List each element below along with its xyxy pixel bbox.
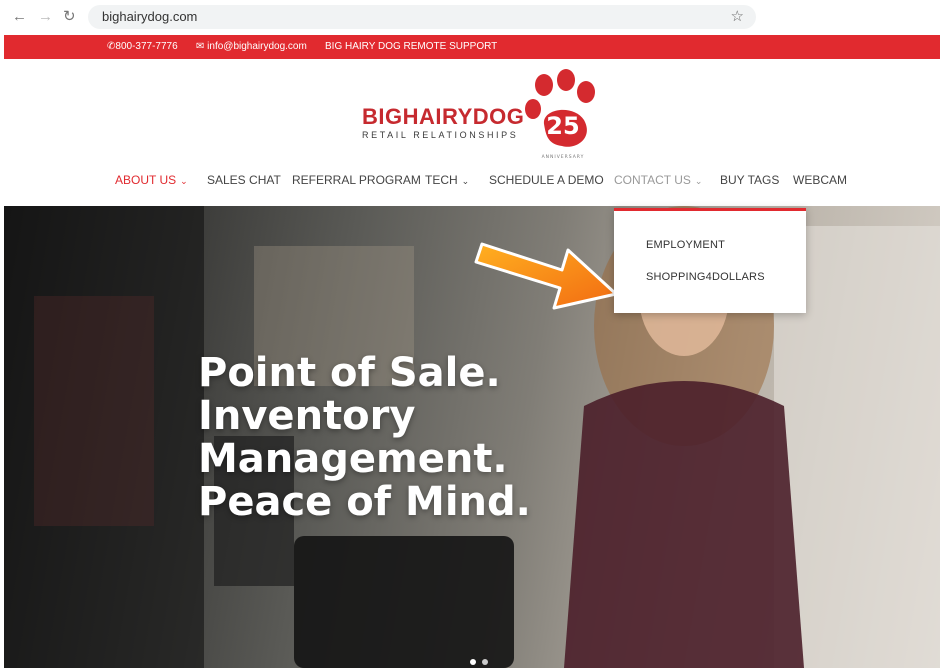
nav-buy-tags[interactable]: BUY TAGS xyxy=(720,173,779,187)
star-icon[interactable]: ☆ xyxy=(731,7,744,25)
nav-schedule-a-demo[interactable]: SCHEDULE A DEMO xyxy=(489,173,604,187)
site-header: BIGHAIRYDOG RETAIL RELATIONSHIPS 25 ANNI… xyxy=(4,59,940,206)
nav-tech[interactable]: TECH ⌄ xyxy=(425,173,469,187)
url-text: bighairydog.com xyxy=(102,9,198,24)
annotation-arrow-icon xyxy=(474,242,618,310)
logo-big: BIG xyxy=(362,104,403,129)
slider-dot[interactable] xyxy=(482,659,488,665)
nav-webcam[interactable]: WEBCAM xyxy=(793,173,847,187)
badge-caption: ANNIVERSARY xyxy=(542,154,585,160)
main-navigation: ABOUT US ⌄ SALES CHAT REFERRAL PROGRAM TE… xyxy=(4,173,940,193)
hero-line: Inventory xyxy=(198,393,416,439)
paw-anniversary-icon: 25 ANNIVERSARY xyxy=(525,69,595,160)
chevron-down-icon: ⌄ xyxy=(180,176,188,186)
nav-label: CONTACT US xyxy=(614,173,691,187)
nav-contact-us[interactable]: CONTACT US ⌄ xyxy=(614,173,702,187)
chevron-down-icon: ⌄ xyxy=(461,176,470,186)
forward-arrow-icon[interactable]: → xyxy=(38,8,53,26)
hero-line: Management. xyxy=(198,436,508,482)
hero-line: Peace of Mind. xyxy=(198,479,531,525)
nav-label: TECH xyxy=(425,173,458,187)
hero-headline: Point of Sale. Inventory Management. Pea… xyxy=(198,352,531,524)
nav-sales-chat[interactable]: SALES CHAT xyxy=(207,173,281,187)
email-link[interactable]: ✉ info@bighairydog.com xyxy=(196,41,307,52)
slider-pagination xyxy=(470,652,494,668)
reload-icon[interactable]: ↻ xyxy=(63,8,76,26)
logo[interactable]: BIGHAIRYDOG RETAIL RELATIONSHIPS xyxy=(362,105,524,141)
contact-topbar: ✆800-377-7776 ✉ info@bighairydog.com BIG… xyxy=(4,35,940,59)
hero-line: Point of Sale. xyxy=(198,350,501,396)
nav-referral-program[interactable]: REFERRAL PROGRAM xyxy=(292,173,421,187)
dropdown-item-shopping4dollars[interactable]: SHOPPING4DOLLARS xyxy=(646,271,765,283)
back-arrow-icon[interactable]: ← xyxy=(12,8,27,26)
phone-text: 800-377-7776 xyxy=(115,41,178,52)
dropdown-item-employment[interactable]: EMPLOYMENT xyxy=(646,239,725,251)
nav-about-us[interactable]: ABOUT US ⌄ xyxy=(115,173,188,187)
email-text: info@bighairydog.com xyxy=(207,41,307,52)
remote-support-link[interactable]: BIG HAIRY DOG REMOTE SUPPORT xyxy=(325,41,497,52)
logo-hairydog: HAIRYDOG xyxy=(402,104,525,129)
chevron-down-icon: ⌄ xyxy=(694,176,703,186)
slider-dot[interactable] xyxy=(470,659,476,665)
browser-toolbar: ← → ↻ bighairydog.com ☆ xyxy=(0,0,940,34)
address-bar[interactable]: bighairydog.com ☆ xyxy=(88,5,756,29)
logo-wordmark: BIGHAIRYDOG xyxy=(362,105,524,129)
contact-us-dropdown: EMPLOYMENT SHOPPING4DOLLARS xyxy=(614,208,806,313)
badge-number: 25 xyxy=(546,112,579,140)
nav-label: ABOUT US xyxy=(115,173,177,187)
phone-link[interactable]: ✆800-377-7776 xyxy=(107,41,178,52)
logo-tagline: RETAIL RELATIONSHIPS xyxy=(362,130,519,140)
